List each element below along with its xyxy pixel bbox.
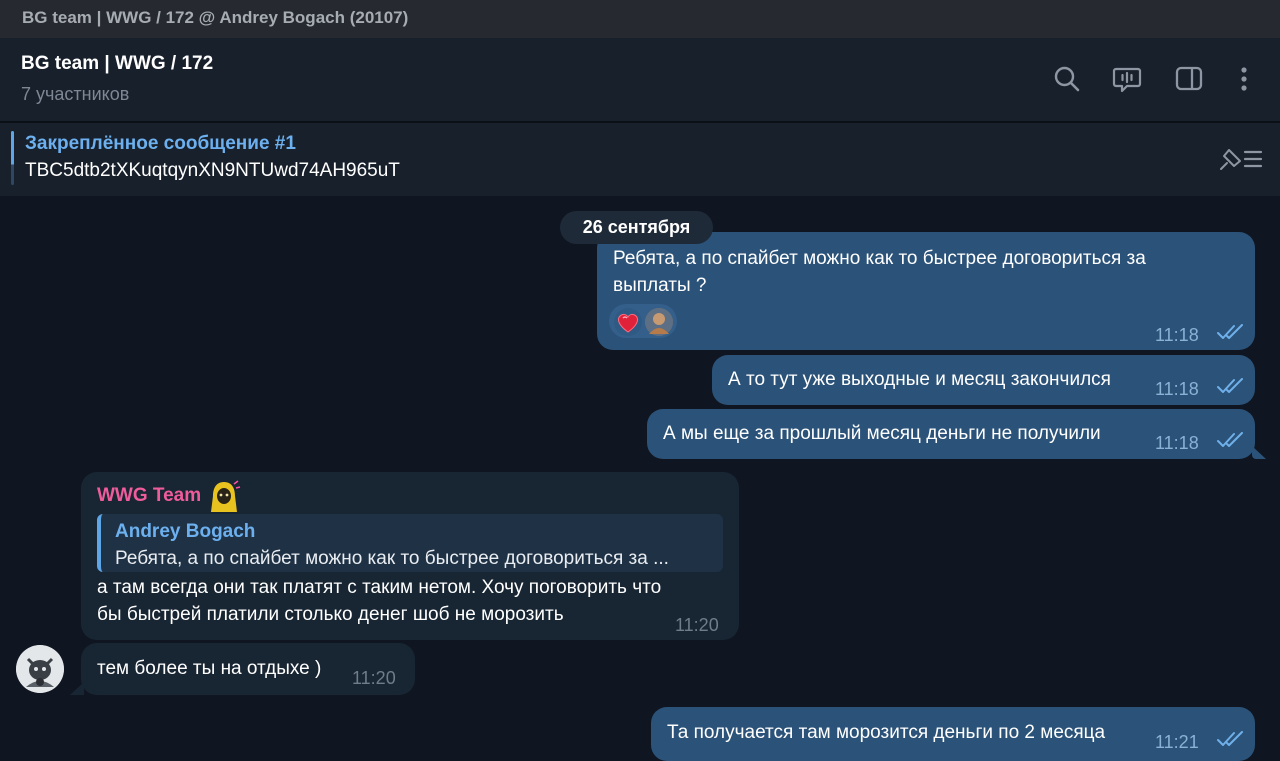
message-text-line: Ребята, а по спайбет можно как то быстре… bbox=[613, 248, 1146, 269]
message-outgoing[interactable]: Та получается там морозится деньги по 2 … bbox=[651, 707, 1255, 761]
message-text-line: а там всегда они так платят с таким нето… bbox=[97, 577, 662, 598]
voice-chat-icon[interactable] bbox=[1112, 64, 1142, 94]
reply-quote[interactable]: Andrey Bogach Ребята, а по спайбет можно… bbox=[97, 514, 723, 572]
chat-title[interactable]: BG team | WWG / 172 bbox=[21, 53, 213, 75]
emoji-status-icon bbox=[211, 480, 241, 512]
pinned-message-bar[interactable]: Закреплённое сообщение #1 TBC5dtb2tXKuqt… bbox=[0, 122, 1280, 196]
window-titlebar: BG team | WWG / 172 @ Andrey Bogach (201… bbox=[0, 0, 1280, 38]
date-separator[interactable]: 26 сентября bbox=[560, 211, 713, 244]
read-ticks-icon bbox=[1217, 731, 1243, 746]
message-text-line: тем более ты на отдыхе ) bbox=[97, 658, 322, 679]
message-time: 11:21 bbox=[1155, 732, 1199, 752]
read-ticks-icon bbox=[1217, 324, 1243, 339]
message-text-line: А мы еще за прошлый месяц деньги не полу… bbox=[663, 423, 1101, 444]
sidebar-toggle-icon[interactable] bbox=[1174, 64, 1204, 94]
pinned-title[interactable]: Закреплённое сообщение #1 bbox=[25, 133, 296, 155]
message-outgoing[interactable]: Ребята, а по спайбет можно как то быстре… bbox=[597, 232, 1255, 350]
message-text-line: Та получается там морозится деньги по 2 … bbox=[667, 722, 1106, 743]
message-text-line: бы быстрей платили столько денег шоб не … bbox=[97, 604, 564, 625]
message-outgoing[interactable]: А то тут уже выходные и месяц закончился… bbox=[712, 355, 1255, 405]
user-avatar-reaction[interactable] bbox=[645, 308, 673, 336]
message-time: 11:20 bbox=[675, 615, 719, 635]
message-text-line: А то тут уже выходные и месяц закончился bbox=[728, 369, 1111, 390]
pinned-indicator bbox=[11, 131, 14, 185]
reactions-bar[interactable] bbox=[609, 304, 677, 338]
heart-icon bbox=[618, 313, 638, 333]
read-ticks-icon bbox=[1217, 432, 1243, 447]
message-incoming[interactable]: тем более ты на отдыхе ) 11:20 bbox=[81, 643, 415, 695]
search-icon[interactable] bbox=[1052, 64, 1082, 94]
message-time: 11:18 bbox=[1155, 379, 1199, 399]
robot-avatar-icon bbox=[16, 645, 64, 693]
bubble-tail bbox=[1252, 446, 1266, 459]
bubble-tail bbox=[70, 682, 84, 695]
pinned-text[interactable]: TBC5dtb2tXKuqtqynXN9NTUwd74AH965uT bbox=[25, 160, 400, 182]
member-count[interactable]: 7 участников bbox=[21, 84, 129, 105]
message-time: 11:18 bbox=[1155, 325, 1199, 345]
reply-author: Andrey Bogach bbox=[115, 521, 256, 542]
message-outgoing[interactable]: А мы еще за прошлый месяц деньги не полу… bbox=[647, 409, 1255, 459]
message-time: 11:18 bbox=[1155, 433, 1199, 453]
reply-text: Ребята, а по спайбет можно как то быстре… bbox=[115, 548, 669, 569]
message-text-line: выплаты ? bbox=[613, 275, 707, 296]
sender-name[interactable]: WWG Team bbox=[97, 482, 201, 510]
more-icon[interactable] bbox=[1229, 64, 1259, 94]
heart-emoji-reaction[interactable] bbox=[614, 308, 642, 336]
avatar-reaction-icon bbox=[645, 308, 673, 336]
window-title: BG team | WWG / 172 @ Andrey Bogach (201… bbox=[22, 8, 409, 27]
read-ticks-icon bbox=[1217, 378, 1243, 393]
message-time: 11:20 bbox=[352, 668, 396, 688]
sender-avatar[interactable] bbox=[16, 645, 64, 693]
message-incoming[interactable]: WWG Team Andrey Bogach Ребята, а по спай… bbox=[81, 472, 739, 640]
pinned-list-icon[interactable] bbox=[1218, 146, 1264, 172]
chat-header[interactable]: BG team | WWG / 172 7 участников bbox=[0, 38, 1280, 122]
